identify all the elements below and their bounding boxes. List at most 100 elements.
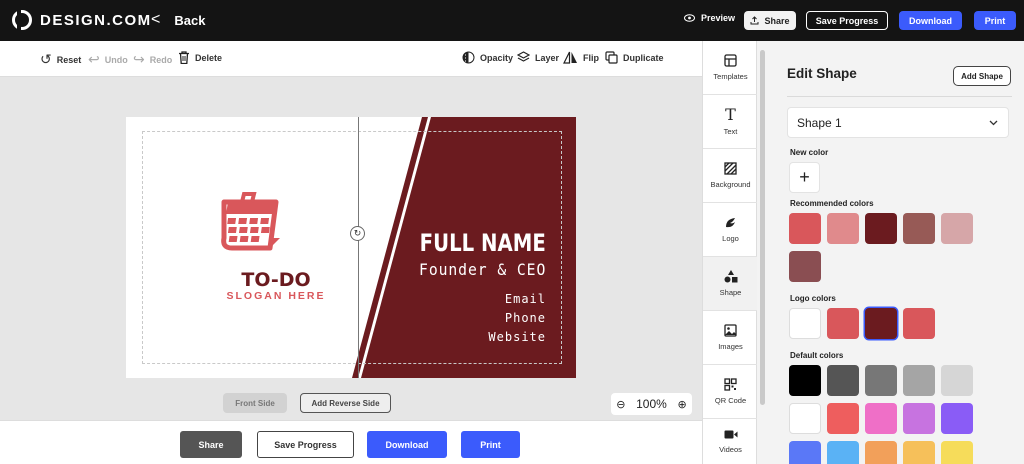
trash-icon <box>179 51 189 64</box>
zoom-level: 100% <box>636 397 667 411</box>
nav-shape[interactable]: Shape <box>703 257 758 311</box>
nav-background-label: Background <box>710 180 751 189</box>
bottom-download-button[interactable]: Download <box>367 431 447 458</box>
phone-text[interactable]: Phone <box>505 311 546 325</box>
shape-icon <box>724 270 737 283</box>
nav-text[interactable]: T Text <box>703 95 758 149</box>
nav-images[interactable]: Images <box>703 311 758 365</box>
undo-label: Undo <box>104 54 128 65</box>
website-text[interactable]: Website <box>488 330 546 344</box>
redo-button[interactable]: ↪ Redo <box>133 51 172 68</box>
color-swatch[interactable] <box>865 441 897 464</box>
nav-templates[interactable]: Templates <box>703 41 758 95</box>
preview-button[interactable]: Preview <box>684 13 735 23</box>
zoom-control: ⊖ 100% ⊕ <box>611 393 692 415</box>
color-swatch[interactable] <box>941 213 973 244</box>
share-button[interactable]: Share <box>744 11 796 30</box>
design-canvas[interactable]: TO-DO SLOGAN HERE FULL NAME Founder & CE… <box>0 77 702 420</box>
color-swatch[interactable] <box>865 403 897 434</box>
add-color-button[interactable]: + <box>789 162 820 193</box>
color-swatch[interactable] <box>827 403 859 434</box>
business-card[interactable]: TO-DO SLOGAN HERE FULL NAME Founder & CE… <box>126 117 576 378</box>
side-nav: Templates T Text Background Logo Shape I… <box>702 41 758 464</box>
nav-logo[interactable]: Logo <box>703 203 758 257</box>
color-swatch[interactable] <box>941 403 973 434</box>
undo-button[interactable]: ↩ Undo <box>88 51 128 68</box>
layers-icon <box>517 51 530 62</box>
logo-icon <box>726 218 735 228</box>
zoom-in-icon[interactable]: ⊕ <box>677 398 686 411</box>
nav-videos[interactable]: Videos <box>703 419 758 464</box>
nav-qr-code-label: QR Code <box>714 396 747 405</box>
delete-button[interactable]: Delete <box>178 51 222 64</box>
color-swatch[interactable] <box>789 308 821 339</box>
print-button[interactable]: Print <box>974 11 1016 30</box>
bottom-save-progress-button[interactable]: Save Progress <box>257 431 354 458</box>
color-swatch[interactable] <box>789 213 821 244</box>
add-reverse-side-button[interactable]: Add Reverse Side <box>300 393 391 413</box>
recommended-colors-label: Recommended colors <box>790 199 874 208</box>
add-shape-button[interactable]: Add Shape <box>953 66 1011 86</box>
opacity-icon <box>462 51 475 64</box>
flip-label: Flip <box>583 52 599 63</box>
color-swatch[interactable] <box>903 403 935 434</box>
reset-label: Reset <box>56 54 82 65</box>
save-progress-button[interactable]: Save Progress <box>806 11 888 30</box>
color-swatch[interactable] <box>903 213 935 244</box>
bottom-action-bar: Share Save Progress Download Print <box>0 420 702 464</box>
color-swatch[interactable] <box>865 213 897 244</box>
color-swatch[interactable] <box>789 403 821 434</box>
panel-scrollbar[interactable] <box>760 50 765 405</box>
color-swatch[interactable] <box>789 365 821 396</box>
color-swatch[interactable] <box>865 308 897 339</box>
color-swatch[interactable] <box>789 441 821 464</box>
shape-select-dropdown[interactable]: Shape 1 <box>787 107 1009 138</box>
duplicate-icon <box>605 51 618 64</box>
download-button[interactable]: Download <box>899 11 962 30</box>
color-swatch[interactable] <box>941 441 973 464</box>
back-button[interactable]: < Back <box>151 11 205 29</box>
nav-images-label: Images <box>718 342 743 351</box>
color-swatch[interactable] <box>903 308 935 339</box>
nav-videos-label: Videos <box>719 445 742 454</box>
undo-icon: ↩ <box>88 51 100 67</box>
color-swatch[interactable] <box>865 365 897 396</box>
front-side-button[interactable]: Front Side <box>223 393 287 413</box>
flip-button[interactable]: Flip <box>563 51 599 64</box>
color-swatch[interactable] <box>941 365 973 396</box>
text-icon: T <box>725 104 736 124</box>
reset-button[interactable]: ↺ Reset <box>40 51 81 68</box>
logo-slogan[interactable]: SLOGAN HERE <box>201 290 351 302</box>
edit-toolbar: ↺ Reset ↩ Undo ↪ Redo Delete Opacity Lay… <box>0 41 702 77</box>
role-text[interactable]: Founder & CEO <box>419 260 546 279</box>
nav-qr-code[interactable]: QR Code <box>703 365 758 419</box>
share-label: Share <box>764 15 790 26</box>
nav-background[interactable]: Background <box>703 149 758 203</box>
eye-icon <box>684 14 695 22</box>
layer-button[interactable]: Layer <box>517 51 559 64</box>
color-swatch[interactable] <box>827 308 859 339</box>
logo-title[interactable]: TO-DO <box>201 269 351 291</box>
nav-templates-label: Templates <box>713 72 748 81</box>
full-name-text[interactable]: FULL NAME <box>420 229 546 257</box>
redo-label: Redo <box>149 54 173 65</box>
brand-logo[interactable]: DESIGN.COM <box>12 9 152 31</box>
duplicate-button[interactable]: Duplicate <box>605 51 664 64</box>
color-swatch[interactable] <box>903 365 935 396</box>
bottom-share-button[interactable]: Share <box>180 431 242 458</box>
email-text[interactable]: Email <box>505 292 546 306</box>
rotate-handle-icon[interactable]: ↻ <box>350 226 365 241</box>
zoom-out-icon[interactable]: ⊖ <box>616 398 625 411</box>
logo-colors-label: Logo colors <box>790 294 836 303</box>
color-swatch[interactable] <box>827 365 859 396</box>
color-swatch[interactable] <box>903 441 935 464</box>
calendar-logo-icon[interactable] <box>214 190 286 256</box>
color-swatch[interactable] <box>827 213 859 244</box>
color-swatch[interactable] <box>789 251 821 282</box>
layer-label: Layer <box>535 52 560 63</box>
nav-shape-label: Shape <box>719 288 742 297</box>
panel-title: Edit Shape <box>787 66 857 81</box>
color-swatch[interactable] <box>827 441 859 464</box>
opacity-button[interactable]: Opacity <box>462 51 513 64</box>
bottom-print-button[interactable]: Print <box>461 431 520 458</box>
